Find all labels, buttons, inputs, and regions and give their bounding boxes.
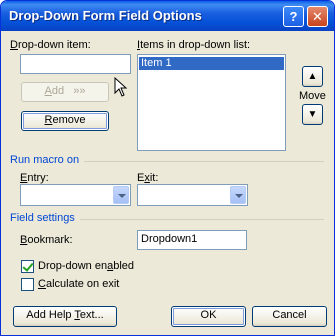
run-macro-divider (84, 161, 324, 162)
dropdown-enabled-label: Drop-down enabled (38, 260, 135, 272)
exit-macro-select[interactable] (137, 184, 248, 206)
mouse-cursor-icon (114, 77, 128, 97)
entry-macro-select[interactable] (20, 184, 131, 206)
add-button[interactable]: Add »» (21, 82, 109, 102)
move-label: Move (299, 90, 326, 102)
dropdown-enabled-checkbox[interactable] (21, 260, 34, 273)
remove-button[interactable]: Remove (21, 111, 109, 131)
field-settings-section-label: Field settings (10, 212, 75, 224)
add-help-text-button[interactable]: Add Help Text... (13, 306, 117, 327)
title-bar[interactable]: Drop-Down Form Field Options ? ✕ (1, 1, 334, 31)
dialog-body: Drop-down item: Add »» Remove Items in d… (4, 31, 331, 334)
run-macro-section-label: Run macro on (10, 154, 80, 166)
arrow-up-icon: ▲ (307, 71, 318, 82)
chevron-down-icon[interactable] (230, 186, 246, 204)
move-down-button[interactable]: ▼ (302, 104, 323, 125)
entry-label: Entry: (20, 172, 49, 184)
help-title-button[interactable]: ? (283, 6, 304, 27)
calculate-on-exit-checkbox[interactable] (21, 278, 34, 291)
move-up-button[interactable]: ▲ (302, 66, 323, 87)
list-item[interactable]: Item 1 (139, 57, 284, 70)
arrow-down-icon: ▼ (307, 109, 318, 120)
field-settings-divider (80, 219, 324, 220)
chevron-down-icon[interactable] (113, 186, 129, 204)
bookmark-label: Bookmark: (20, 234, 73, 246)
items-list-label: Items in drop-down list: (137, 39, 251, 51)
dialog-title: Drop-Down Form Field Options (9, 8, 202, 23)
close-button[interactable]: ✕ (307, 6, 328, 27)
dialog-window: Drop-Down Form Field Options ? ✕ Drop-do… (0, 0, 335, 336)
dropdown-item-input[interactable] (20, 54, 131, 74)
bookmark-input[interactable]: Dropdown1 (137, 230, 247, 250)
add-arrows-icon: »» (73, 85, 86, 97)
exit-label: Exit: (137, 172, 159, 184)
calculate-on-exit-label: Calculate on exit (38, 278, 120, 290)
cancel-button[interactable]: Cancel (252, 306, 327, 327)
items-listbox[interactable]: Item 1 (137, 54, 286, 151)
ok-button[interactable]: OK (171, 306, 246, 327)
dropdown-item-label: Drop-down item: (10, 39, 91, 51)
